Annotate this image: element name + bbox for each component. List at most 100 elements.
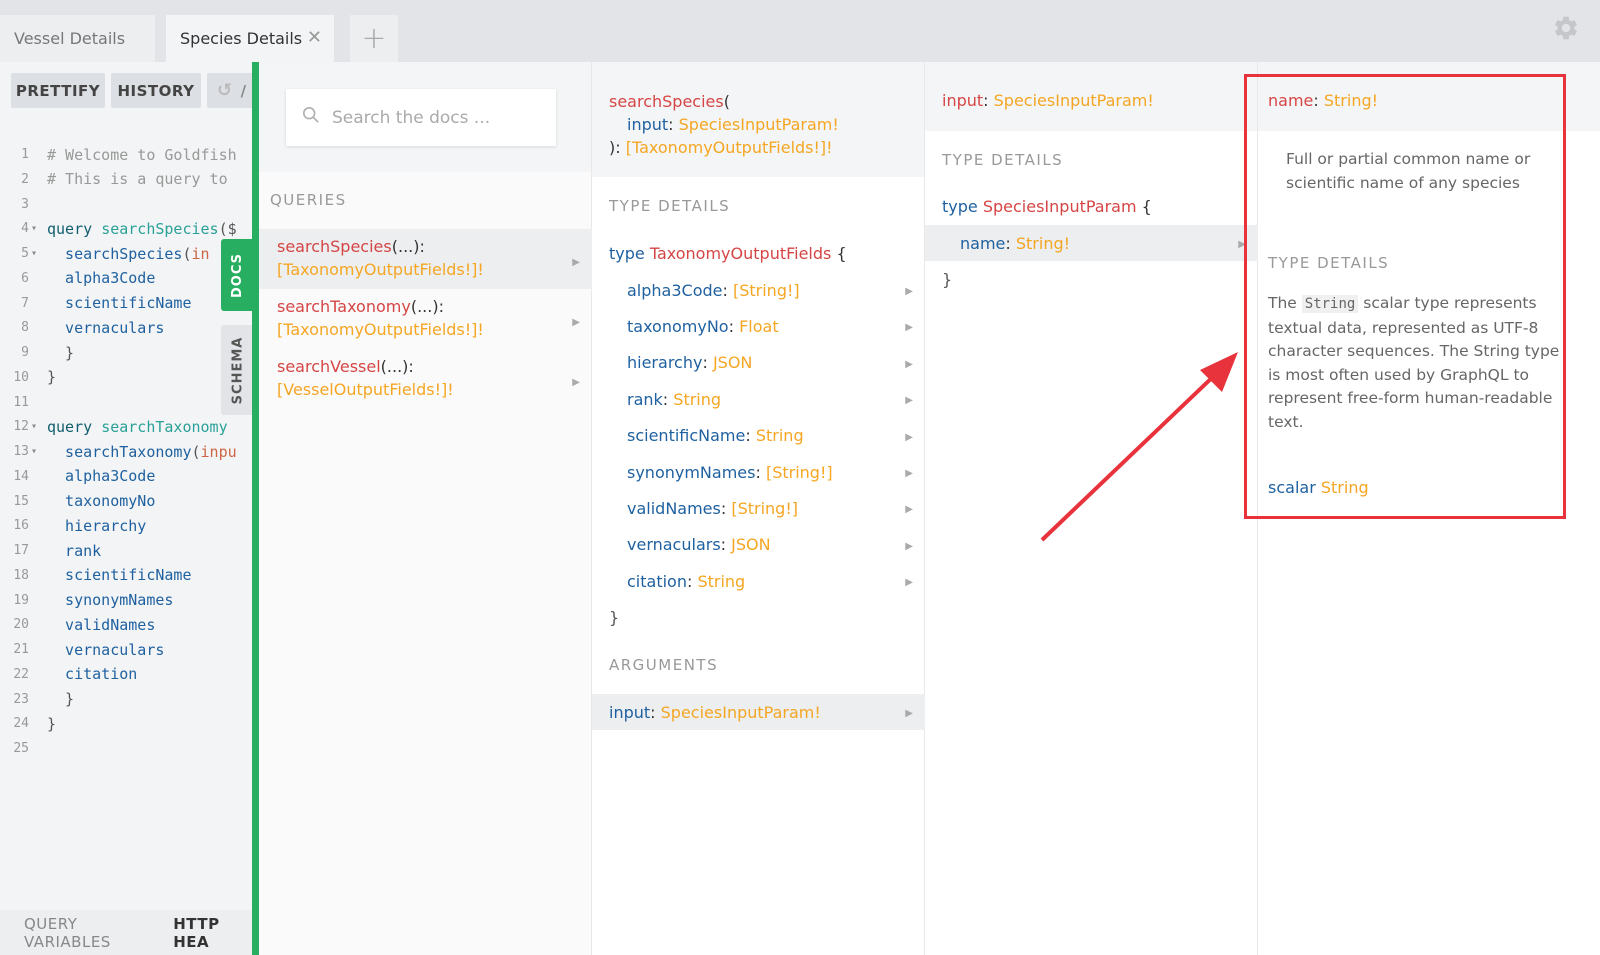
code-line[interactable]: 1 # Welcome to Goldfish (0, 142, 255, 167)
type-details-title: TYPE DETAILS (609, 197, 731, 215)
code-line[interactable]: 14 alpha3Code (0, 464, 255, 489)
code-text: scientificName (47, 566, 191, 584)
line-number: 7 (21, 295, 29, 311)
fold-toggle-icon[interactable]: ▾ (31, 446, 41, 457)
chevron-right-icon: ▶ (572, 317, 580, 328)
prettify-button[interactable]: PRETTIFY (11, 73, 105, 108)
chevron-right-icon: ▶ (905, 431, 913, 443)
close-icon[interactable]: ✕ (307, 27, 322, 48)
code-token: scientificName (47, 294, 192, 312)
code-line[interactable]: 23 } (0, 687, 255, 712)
line-number: 11 (13, 394, 29, 410)
code-line[interactable]: 13 ▾ searchTaxonomy(inpu (0, 439, 255, 464)
code-line[interactable]: 10} (0, 365, 255, 390)
sig-return-type[interactable]: [TaxonomyOutputFields!]! (626, 138, 833, 157)
sig-arg-type[interactable]: SpeciesInputParam! (679, 115, 839, 134)
code-line[interactable]: 12 ▾ query searchTaxonomy (0, 414, 255, 439)
line-number: 18 (13, 567, 29, 583)
chevron-right-icon: ▶ (572, 377, 580, 388)
input-header-colon: : (983, 91, 994, 110)
type-field-row[interactable]: scientificName: String ▶ (592, 418, 925, 454)
docs-tab[interactable]: DOCS (221, 239, 254, 311)
argument-input[interactable]: input: SpeciesInputParam! ▶ (592, 694, 925, 730)
type-field-row[interactable]: hierarchy: JSON ▶ (592, 345, 925, 381)
code-line[interactable]: 20 validNames (0, 612, 255, 637)
type-field-row[interactable]: taxonomyNo: Float ▶ (592, 308, 925, 344)
type-field-row[interactable]: vernaculars: JSON ▶ (592, 527, 925, 563)
type-field-row[interactable]: validNames: [String!] ▶ (592, 490, 925, 526)
code-line[interactable]: 4 ▾ query searchSpecies($ (0, 216, 255, 241)
close-brace: } (942, 270, 953, 289)
tab-vessel-details[interactable]: Vessel Details (0, 15, 155, 62)
code-line[interactable]: 24} (0, 711, 255, 736)
code-token: alpha3Code (47, 467, 156, 486)
code-line[interactable]: 11 (0, 390, 255, 415)
chevron-right-icon: ▶ (905, 286, 913, 297)
code-token: } (47, 714, 57, 733)
type-field-row[interactable]: alpha3Code: [String!] ▶ (592, 272, 925, 308)
code-token: searchSpecies (47, 244, 183, 263)
code-line[interactable]: 2 # This is a query to (0, 167, 255, 192)
code-text: query searchTaxonomy (47, 418, 228, 436)
field-name: validNames (627, 498, 721, 518)
docs-search-input[interactable]: Search the docs ... (286, 89, 556, 146)
line-number: 10 (13, 369, 29, 385)
type-field-row[interactable]: synonymNames: [String!] ▶ (592, 454, 925, 490)
fold-toggle-icon[interactable]: ▾ (31, 248, 41, 259)
query-item[interactable]: searchSpecies(...): [TaxonomyOutputFields… (259, 229, 592, 289)
undo-button[interactable]: ↺ / (207, 73, 255, 108)
schema-tab-label: SCHEMA (230, 336, 246, 404)
field-type: String (697, 571, 746, 591)
sig-open: ( (723, 92, 730, 111)
tab-species-details[interactable]: Species Details ✕ (166, 15, 334, 62)
field-name-row[interactable]: name: String! ▶ (925, 225, 1258, 261)
type-field-row[interactable]: citation: String ▶ (592, 563, 925, 599)
history-button[interactable]: HISTORY (111, 73, 201, 108)
code-line[interactable]: 21 vernaculars (0, 637, 255, 662)
http-headers-tab[interactable]: HTTP HEA (173, 915, 255, 951)
code-token: ($ (218, 219, 237, 238)
code-line[interactable]: 17 rank (0, 538, 255, 563)
code-token: searchTaxonomy (101, 417, 228, 436)
open-brace: { (836, 244, 847, 263)
fold-toggle-icon[interactable]: ▾ (31, 223, 41, 234)
code-text: # Welcome to Goldfish (47, 146, 237, 164)
gear-icon[interactable] (1552, 14, 1580, 49)
type-keyword: type (609, 244, 645, 263)
query-editor[interactable]: PRETTIFY HISTORY ↺ / 1 # Welcome to Goldf… (0, 62, 255, 955)
query-args: (...): (410, 297, 444, 316)
arg-type: SpeciesInputParam! (660, 702, 821, 722)
query-return-type: [TaxonomyOutputFields!]! (277, 320, 484, 339)
code-token: vernaculars (47, 318, 165, 337)
line-number: 15 (13, 493, 29, 509)
add-tab-button[interactable]: + (350, 15, 398, 62)
type-field-row[interactable]: rank: String ▶ (592, 381, 925, 417)
code-token: # Welcome to Goldfish (47, 145, 237, 164)
code-line[interactable]: 16 hierarchy (0, 513, 255, 538)
fold-toggle-icon[interactable]: ▾ (31, 421, 41, 432)
undo-icon: ↺ (217, 80, 233, 101)
field-name: hierarchy (627, 353, 703, 373)
code-line[interactable]: 9 } (0, 340, 255, 365)
code-line[interactable]: 15 taxonomyNo (0, 489, 255, 514)
code-line[interactable]: 25 (0, 736, 255, 761)
code-line[interactable]: 19 synonymNames (0, 588, 255, 613)
code-line[interactable]: 18 scientificName (0, 563, 255, 588)
code-line[interactable]: 8 vernaculars (0, 315, 255, 340)
code-token: } (47, 690, 75, 708)
code-line[interactable]: 5 ▾ searchSpecies(in (0, 241, 255, 266)
sig-arg[interactable]: input (627, 115, 668, 134)
query-variables-tab[interactable]: QUERY VARIABLES (24, 915, 159, 951)
query-item[interactable]: searchVessel(...): [VesselOutputFields!]!… (259, 349, 592, 409)
sig-name: searchSpecies (609, 92, 724, 111)
code-line[interactable]: 22 citation (0, 662, 255, 687)
code-line[interactable]: 3 (0, 192, 255, 217)
schema-tab[interactable]: SCHEMA (221, 325, 254, 415)
code-text: synonymNames (47, 591, 173, 609)
code-text: } (47, 715, 56, 733)
code-line[interactable]: 6 alpha3Code (0, 266, 255, 291)
code-line[interactable]: 7 scientificName (0, 291, 255, 316)
field-colon: : (720, 535, 732, 555)
chevron-right-icon: ▶ (905, 358, 913, 370)
query-item[interactable]: searchTaxonomy(...): [TaxonomyOutputField… (259, 289, 592, 349)
